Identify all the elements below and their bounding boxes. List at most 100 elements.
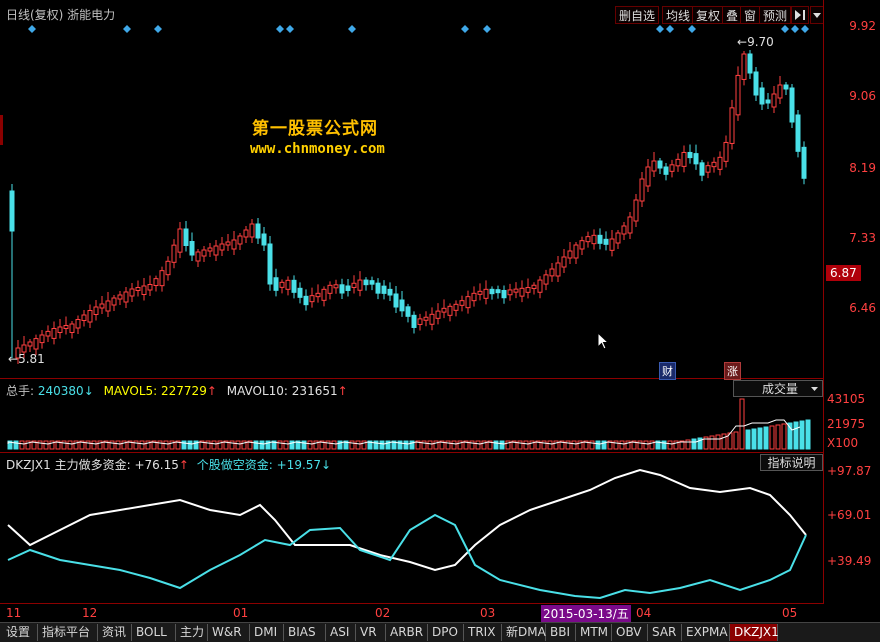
candle-body: [465, 296, 471, 309]
candle-body: [327, 284, 333, 294]
candle-body: [387, 288, 393, 296]
candle-body: [615, 232, 621, 244]
event-diamond-icon: [348, 25, 356, 33]
low-price-value: 5.81: [18, 352, 45, 366]
volume-bar: [721, 433, 727, 450]
candle-body: [693, 153, 699, 165]
candle-body: [303, 295, 309, 306]
tab-bias[interactable]: BIAS: [284, 624, 326, 641]
candle-body: [723, 141, 729, 162]
tab-boll[interactable]: BOLL: [132, 624, 176, 641]
volume-bar: [325, 440, 331, 450]
candle-body: [741, 53, 747, 80]
volume-bar: [769, 425, 775, 450]
volume-bar: [91, 440, 97, 450]
x-tick: 03: [480, 606, 496, 620]
volume-bar: [139, 440, 145, 450]
panel-divider: [0, 378, 823, 379]
candle-body: [291, 279, 297, 293]
volume-bar: [349, 440, 355, 450]
candle-body: [729, 107, 735, 144]
volume-indicator-select[interactable]: 成交量: [733, 380, 823, 397]
candle-body: [111, 297, 117, 306]
candle-body: [315, 292, 321, 298]
candle-body: [471, 292, 477, 302]
candle-body: [483, 288, 489, 299]
tab-w-r[interactable]: W&R: [208, 624, 250, 641]
volume-bar: [451, 440, 457, 450]
candle-body: [171, 244, 177, 263]
volume-bar: [109, 440, 115, 450]
panel-divider: [0, 452, 823, 453]
candle-body: [243, 229, 249, 238]
tab-[interactable]: 设置: [2, 624, 38, 641]
candle-body: [231, 239, 237, 250]
finance-event-badge[interactable]: 财: [659, 362, 676, 380]
volume-bar: [421, 440, 427, 450]
tab-[interactable]: 指标平台: [38, 624, 98, 641]
x-tick: 12: [82, 606, 98, 620]
tab-bbi[interactable]: BBI: [546, 624, 576, 641]
candle-body: [321, 288, 327, 301]
candle-body: [333, 284, 339, 289]
volume-bar: [355, 440, 361, 450]
candle-body: [369, 280, 375, 285]
event-diamond-icon: [656, 25, 664, 33]
candle-body: [549, 268, 555, 277]
event-diamond-icon: [154, 25, 162, 33]
tab-arbr[interactable]: ARBR: [386, 624, 428, 641]
tab-dkzjx1[interactable]: DKZJX1: [730, 624, 779, 641]
event-diamond-icon: [781, 25, 789, 33]
candle-body: [759, 87, 765, 105]
candle-body: [393, 293, 399, 308]
candle-body: [261, 233, 267, 246]
tab-sar[interactable]: SAR: [648, 624, 682, 641]
price-tick: 9.06: [849, 89, 876, 103]
candle-body: [771, 93, 777, 108]
tab-dmi[interactable]: DMI: [250, 624, 284, 641]
volume-bar: [499, 440, 505, 450]
low-price-marker: ←5.81: [8, 352, 45, 366]
tab-expma[interactable]: EXPMA: [682, 624, 730, 641]
tab-obv[interactable]: OBV: [612, 624, 648, 641]
candle-body: [573, 244, 579, 259]
candle-body: [219, 243, 225, 251]
candle-body: [255, 223, 261, 239]
candle-body: [657, 160, 663, 169]
main-fund-value: +76.15: [134, 458, 179, 472]
candle-body: [375, 282, 381, 294]
tab-dma[interactable]: 新DMA: [502, 624, 546, 641]
tab-mtm[interactable]: MTM: [576, 624, 612, 641]
tab-vr[interactable]: VR: [356, 624, 386, 641]
indicator-tick: +39.49: [827, 554, 872, 568]
tab-dpo[interactable]: DPO: [428, 624, 464, 641]
candle-body: [147, 284, 153, 291]
x-axis: 11 12 01 02 03 2015-03-13/五 04 05: [0, 604, 823, 622]
candle-body: [411, 314, 417, 328]
indicator-help-button[interactable]: 指标说明: [760, 454, 823, 471]
main-fund-label: 主力做多资金:: [54, 458, 131, 472]
tab-[interactable]: 资讯: [98, 624, 132, 641]
volume-bar: [571, 440, 577, 450]
price-tick: 7.33: [849, 231, 876, 245]
indicator-tick: +69.01: [827, 508, 872, 522]
candle-body: [195, 251, 201, 262]
candle-body: [705, 165, 711, 173]
volume-bar: [643, 440, 649, 450]
x-tick: 11: [6, 606, 22, 620]
stock-chart[interactable]: [0, 0, 823, 604]
candle-body: [795, 114, 801, 152]
tab-asi[interactable]: ASI: [326, 624, 356, 641]
candle-body: [63, 325, 69, 329]
volume-bar: [211, 440, 217, 450]
candle-body: [57, 326, 63, 333]
tab-trix[interactable]: TRIX: [464, 624, 502, 641]
retail-fund-line: [7, 513, 807, 600]
candle-body: [489, 288, 495, 295]
volume-bar: [301, 440, 307, 450]
volume-bar: [523, 440, 529, 450]
volume-bar: [475, 440, 481, 450]
tab-[interactable]: 主力: [176, 624, 208, 641]
volume-bar: [277, 440, 283, 450]
limit-up-badge[interactable]: 涨: [724, 362, 741, 380]
